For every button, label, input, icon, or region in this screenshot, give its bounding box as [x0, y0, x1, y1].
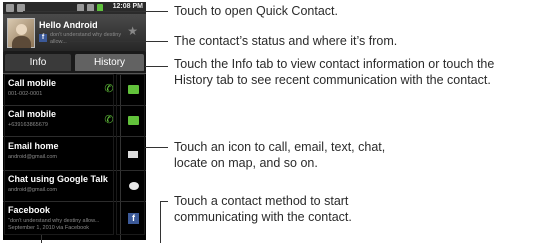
star-icon[interactable]: ★ [127, 24, 138, 38]
highlight-method-list [4, 74, 114, 235]
leader-list-vertical [41, 235, 42, 243]
leader-quick-contact [23, 11, 168, 12]
facebook-icon: f [39, 34, 47, 42]
callout-status: The contact’s status and where it’s from… [174, 34, 398, 48]
callout-method-line2: communicating with the contact. [174, 210, 352, 224]
leader-method-vertical [160, 201, 161, 243]
leader-method-horizontal [160, 201, 168, 202]
callout-method-line1: Touch a contact method to start [174, 194, 349, 208]
highlight-tabs [4, 51, 145, 72]
callout-icons-line1: Touch an icon to call, email, text, chat… [174, 140, 386, 154]
status-bar: 12:08 PM [3, 2, 146, 14]
callout-tabs-line2: History tab to see recent communication … [174, 73, 491, 87]
callout-quick-contact: Touch to open Quick Contact. [174, 4, 338, 18]
leader-icons [145, 147, 168, 148]
contact-name: Hello Android [39, 20, 98, 30]
contact-status: don't understand why destiny allow... [50, 32, 122, 45]
contact-avatar[interactable] [7, 18, 35, 48]
clock: 12:08 PM [112, 3, 143, 10]
highlight-action-icons [116, 74, 145, 235]
notification-icon [6, 4, 14, 12]
leader-tabs [145, 66, 168, 67]
leader-status [70, 41, 168, 42]
callout-tabs-line1: Touch the Info tab to view contact infor… [174, 57, 495, 71]
callout-icons-line2: locate on map, and so on. [174, 156, 318, 170]
contact-header: Hello Android f don't understand why des… [3, 14, 146, 52]
